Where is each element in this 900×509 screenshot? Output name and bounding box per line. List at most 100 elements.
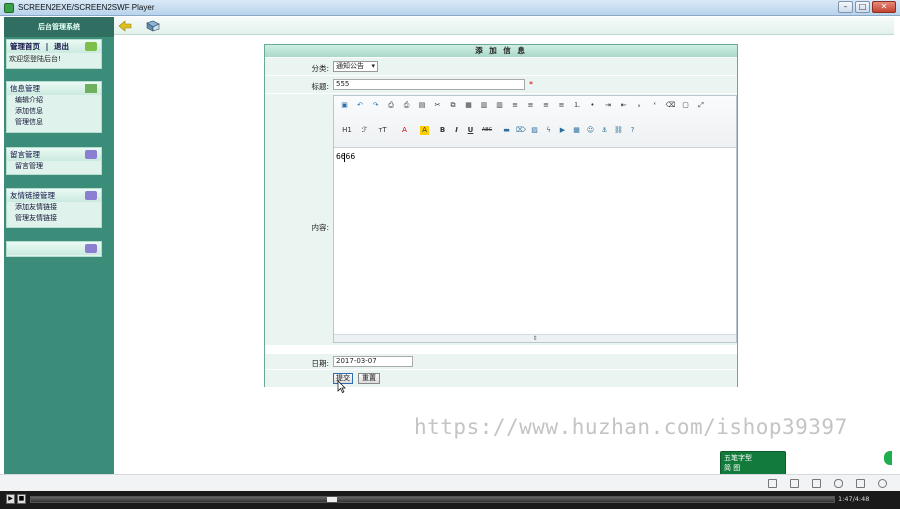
panel-icon <box>85 244 97 253</box>
playback-time: 1:47/4:48 <box>838 495 870 503</box>
welcome-text: 欢迎您登陆后台! <box>9 55 61 63</box>
sidebar: 后台管理系统 管理首页 | 退出 欢迎您登陆后台! 信息管理 编辑介绍 添加信息… <box>4 17 114 491</box>
book-icon[interactable] <box>146 20 160 32</box>
top-links: 管理首页 | 退出 <box>7 40 101 53</box>
link-icon <box>85 191 97 200</box>
date-input[interactable]: 2017-03-07 <box>333 356 413 367</box>
title-row: 标题: 555 * <box>265 75 737 93</box>
toolbar-align-left-icon[interactable]: ≡ <box>511 101 520 110</box>
category-label: 分类: <box>311 64 329 73</box>
top-toolbar <box>114 17 894 35</box>
required-mark: * <box>529 80 533 89</box>
rich-text-editor: ▣ ↶ ↷ ⎙ ⎙ ▤ ✂ ⧉ ▦ ▥ ▥ ≡ ≡ ≡ ≡ ⒈ • ⇥ ⇤ ₓ ˣ ⌫ ▢ ⤢ H1 ℱ ᴛT A A B I… <box>333 95 737 343</box>
font-size-icon[interactable]: ᴛT <box>378 126 387 135</box>
watermark-text: https://www.huzhan.com/ishop39397 <box>414 415 848 439</box>
toolbar-template-icon[interactable]: ▤ <box>418 101 427 110</box>
message-icon <box>85 150 97 159</box>
home-link[interactable]: 管理首页 <box>10 42 40 51</box>
search-icon[interactable] <box>878 479 887 488</box>
window-title: SCREEN2EXE/SCREEN2SWF Player <box>18 3 155 12</box>
italic-button[interactable]: I <box>452 126 461 135</box>
toolbar-source-icon[interactable]: ▣ <box>340 101 349 110</box>
underline-button[interactable]: U <box>466 126 475 135</box>
toolbar-about-icon[interactable]: ? <box>628 126 637 135</box>
editor-toolbar: ▣ ↶ ↷ ⎙ ⎙ ▤ ✂ ⧉ ▦ ▥ ▥ ≡ ≡ ≡ ≡ ⒈ • ⇥ ⇤ ₓ ˣ ⌫ ▢ ⤢ H1 ℱ ᴛT A A B I… <box>334 96 736 148</box>
editor-content[interactable]: 6666 <box>336 152 355 161</box>
play-button[interactable]: ▶ <box>6 494 15 504</box>
toolbar-ul-icon[interactable]: • <box>588 101 597 110</box>
heading-button[interactable]: H1 <box>340 126 354 135</box>
sidebar-item-manage-info[interactable]: 管理信息 <box>7 117 101 128</box>
toolbar-image-icon[interactable]: ▨ <box>530 126 539 135</box>
logout-link[interactable]: 退出 <box>54 42 69 51</box>
toolbar-indent-icon[interactable]: ⇥ <box>604 101 613 110</box>
window-icon[interactable] <box>856 479 865 488</box>
toolbar-superscript-icon[interactable]: ˣ <box>650 101 659 110</box>
stop-button[interactable]: ■ <box>17 494 26 504</box>
sidebar-item-add-link[interactable]: 添加友情链接 <box>7 202 101 213</box>
toolbar-subscript-icon[interactable]: ₓ <box>635 101 644 110</box>
toolbar-media-icon[interactable]: ▶ <box>558 126 567 135</box>
toolbar-ol-icon[interactable]: ⒈ <box>573 101 582 110</box>
toolbar-copy-icon[interactable]: ⧉ <box>449 101 458 110</box>
toolbar-paste-word-icon[interactable]: ▥ <box>495 101 504 110</box>
sidebar-item-add-info[interactable]: 添加信息 <box>7 106 101 117</box>
ime-toolbar[interactable]: 五笔字型 简 图 <box>720 451 786 475</box>
toolbar-paste-icon[interactable]: ▦ <box>464 101 473 110</box>
sidebar-panel-home: 管理首页 | 退出 欢迎您登陆后台! <box>6 39 102 69</box>
progress-thumb[interactable] <box>327 497 337 502</box>
highlight-color-icon[interactable]: A <box>420 126 429 135</box>
minimize-button[interactable]: – <box>838 1 853 13</box>
text-cursor <box>344 153 345 162</box>
toolbar-paste-text-icon[interactable]: ▥ <box>480 101 489 110</box>
toolbar-align-right-icon[interactable]: ≡ <box>542 101 551 110</box>
strikethrough-button[interactable]: ABC <box>480 126 494 135</box>
link-separator: | <box>45 42 49 51</box>
toolbar-anchor-icon[interactable]: ⚓ <box>600 126 609 135</box>
toolbar-preview-icon[interactable]: ⎙ <box>387 101 396 110</box>
toolbar-align-center-icon[interactable]: ≡ <box>526 101 535 110</box>
toolbar-undo-icon[interactable]: ↶ <box>356 101 365 110</box>
toolbar-justify-icon[interactable]: ≡ <box>557 101 566 110</box>
close-button[interactable]: ✕ <box>872 1 896 13</box>
font-family-icon[interactable]: ℱ <box>360 126 369 135</box>
font-color-icon[interactable]: A <box>400 126 409 135</box>
sidebar-panel-messages: 留言管理 留言管理 <box>6 147 102 175</box>
back-arrow-icon[interactable] <box>118 20 132 32</box>
toolbar-select-all-icon[interactable]: ▢ <box>681 101 690 110</box>
toolbar-flash-icon[interactable]: ϟ <box>544 126 553 135</box>
toolbar-table-icon[interactable]: ▦ <box>572 126 581 135</box>
reset-button[interactable]: 重置 <box>358 373 380 384</box>
toolbar-redo-icon[interactable]: ↷ <box>371 101 380 110</box>
folder-icon <box>85 84 97 93</box>
button-row: 提交 重置 <box>265 369 737 393</box>
player-controls: ▶ ■ 1:47/4:48 <box>0 491 900 509</box>
toolbar-eraser-icon[interactable]: ⌦ <box>516 126 526 135</box>
sidebar-item-manage-messages[interactable]: 留言管理 <box>7 161 101 172</box>
toolbar-outdent-icon[interactable]: ⇤ <box>619 101 628 110</box>
volume-icon[interactable] <box>834 479 843 488</box>
pin-icon[interactable] <box>768 479 777 488</box>
ime-mode[interactable]: 五笔字型 <box>724 453 782 463</box>
toolbar-fullscreen-icon[interactable]: ⤢ <box>697 101 706 110</box>
category-select[interactable]: 通知公告 <box>333 61 378 72</box>
floating-tab[interactable] <box>884 451 892 465</box>
toolbar-emoticon-icon[interactable]: ☺ <box>586 126 595 135</box>
notes-icon[interactable] <box>790 479 799 488</box>
sidebar-item-manage-links[interactable]: 管理友情链接 <box>7 213 101 224</box>
editor-resize-bar[interactable]: ⇕ <box>334 334 736 342</box>
maximize-button[interactable]: □ <box>855 1 870 13</box>
trash-icon[interactable] <box>812 479 821 488</box>
toolbar-cut-icon[interactable]: ✂ <box>433 101 442 110</box>
toolbar-print-icon[interactable]: ⎙ <box>402 101 411 110</box>
progress-track[interactable] <box>30 496 835 503</box>
category-row: 分类: 通知公告 <box>265 57 737 75</box>
toolbar-clear-format-icon[interactable]: ⌫ <box>666 101 676 110</box>
toolbar-hr-icon[interactable]: ▬ <box>502 126 511 135</box>
ime-options[interactable]: 简 图 <box>724 463 782 473</box>
sidebar-item-edit-intro[interactable]: 编辑介绍 <box>7 95 101 106</box>
mouse-pointer-icon <box>337 380 346 393</box>
title-input[interactable]: 555 <box>333 79 525 90</box>
bold-button[interactable]: B <box>438 126 447 135</box>
toolbar-link-icon[interactable]: ⛓ <box>614 126 623 135</box>
